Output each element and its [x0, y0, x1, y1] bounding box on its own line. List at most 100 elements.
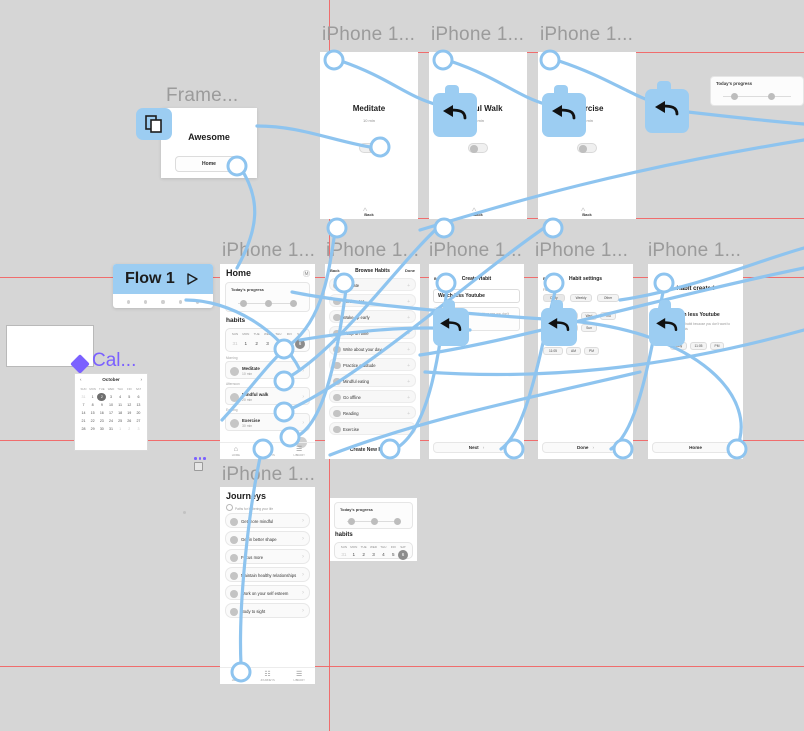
day-number[interactable]: 31	[230, 339, 240, 349]
calendar-day[interactable]: 1	[88, 393, 97, 401]
day-option-thu[interactable]: Thu	[600, 312, 616, 320]
time-am-button[interactable]: AM	[566, 347, 581, 355]
calendar-day[interactable]: 15	[88, 409, 97, 417]
list-item[interactable]: Work on your self esteem ›	[225, 585, 310, 600]
calendar-day[interactable]: 2	[125, 425, 134, 433]
list-item[interactable]: Get more mindful ›	[225, 513, 310, 528]
day-option-sun[interactable]: Sun	[581, 324, 597, 332]
back-hotspot-right[interactable]	[645, 81, 689, 133]
tab-library[interactable]: ☰ LIBRARY	[283, 443, 315, 459]
tab-journeys[interactable]: ☷ JOURNEYS	[252, 668, 284, 684]
detail-toggle[interactable]	[468, 143, 488, 153]
calendar-day[interactable]: 29	[88, 425, 97, 433]
component-calendar[interactable]: ‹ October › SUN MON TUE WED THU FRI SAT …	[74, 373, 148, 451]
calendar-week[interactable]: 14 15 16 17 18 19 20	[75, 409, 147, 417]
calendar-day[interactable]: 5	[125, 393, 134, 401]
calendar-week[interactable]: 21 22 23 24 25 26 27	[75, 417, 147, 425]
calendar-day[interactable]: 3	[106, 393, 115, 401]
chevron-right-icon[interactable]: ›	[140, 377, 142, 382]
calendar-day[interactable]: 24	[106, 417, 115, 425]
calendar-day[interactable]: 9	[97, 401, 106, 409]
screen-browse-habits[interactable]: Back Browse Habits Done Meditate + Drink …	[325, 264, 420, 459]
flow-starting-point[interactable]: Flow 1	[113, 264, 213, 308]
home-habit-row[interactable]: Exercise 30 min ›	[225, 413, 310, 431]
detail-toggle[interactable]	[577, 143, 597, 153]
list-item[interactable]: Exercise +	[329, 422, 416, 435]
screen-habit-created[interactable]: Habit created Watch less Youtube You cho…	[648, 264, 743, 459]
mini-week-strip[interactable]: SUN MON TUE WED THU FRI SAT 31 1 2 3 4 5…	[334, 542, 413, 560]
weekday-numbers[interactable]: 31 1 2 3 4 5 6	[335, 550, 412, 560]
screen-habit-detail-meditate[interactable]: Meditate 10 min ^ Back	[320, 52, 418, 219]
calendar-day[interactable]: 7	[79, 401, 88, 409]
day-number[interactable]: 4	[378, 550, 388, 560]
list-item[interactable]: Write about your day +	[329, 342, 416, 355]
home-week-strip[interactable]: SUN MON TUE WED THU FRI SAT 31 1 2 3 4 5…	[225, 328, 310, 352]
calendar-week[interactable]: 7 8 9 10 11 12 13	[75, 401, 147, 409]
day-number[interactable]: 1	[241, 339, 251, 349]
calendar-day[interactable]: 10	[106, 401, 115, 409]
tab-home[interactable]: ⌂ HOME	[220, 668, 252, 684]
list-item[interactable]: Go offline +	[329, 390, 416, 403]
calendar-day[interactable]: 8	[88, 401, 97, 409]
day-number[interactable]: 2	[359, 550, 369, 560]
calendar-week[interactable]: 28 29 30 31 1 2 3	[75, 425, 147, 433]
calendar-day[interactable]: 22	[88, 417, 97, 425]
home-habit-row[interactable]: Meditate 10 min ›	[225, 361, 310, 379]
detail-back-label[interactable]: Back	[538, 212, 636, 217]
chevron-left-icon[interactable]: ‹	[80, 377, 82, 382]
calendar-day[interactable]: 31	[106, 425, 115, 433]
plus-icon[interactable]: +	[407, 347, 410, 353]
day-number[interactable]: 31	[339, 550, 349, 560]
component-instance-badge[interactable]	[136, 108, 172, 140]
day-number[interactable]: 3	[369, 550, 379, 560]
back-hotspot-habit-settings[interactable]	[541, 300, 577, 346]
list-item[interactable]: Practice gratitude +	[329, 358, 416, 371]
calendar-day[interactable]: 4	[116, 393, 125, 401]
detail-toggle[interactable]	[359, 143, 379, 153]
awesome-home-button[interactable]: Home	[175, 156, 243, 172]
day-number[interactable]: 5	[388, 550, 398, 560]
calendar-day[interactable]: 19	[125, 409, 134, 417]
calendar-day[interactable]: 13	[134, 401, 143, 409]
home-habit-row[interactable]: Mindful walk 20 min ›	[225, 387, 310, 405]
calendar-day[interactable]: 30	[97, 425, 106, 433]
day-number[interactable]: 1	[349, 550, 359, 560]
list-item[interactable]: Meditate +	[329, 278, 416, 291]
calendar-day[interactable]: 17	[106, 409, 115, 417]
calendar-day[interactable]: 16	[97, 409, 106, 417]
plus-icon[interactable]: +	[407, 315, 410, 321]
list-item[interactable]: Body to sight ›	[225, 603, 310, 618]
day-number[interactable]: 5	[284, 339, 294, 349]
back-hotspot-habit-created[interactable]	[649, 300, 685, 346]
plus-icon[interactable]: +	[407, 283, 410, 289]
calendar-day[interactable]: 18	[116, 409, 125, 417]
tab-bar[interactable]: ⌂ HOME ☷ JOURNEYS ☰ LIBRARY	[220, 442, 315, 459]
calendar-day[interactable]: 6	[134, 393, 143, 401]
calendar-day[interactable]: 31	[79, 393, 88, 401]
detail-back-label[interactable]: Back	[320, 212, 418, 217]
tab-journeys[interactable]: ☷ JOURNEYS	[252, 443, 284, 459]
day-number[interactable]: 2	[252, 339, 262, 349]
list-item[interactable]: Sleep on time +	[329, 326, 416, 339]
plus-icon[interactable]: +	[407, 299, 410, 305]
back-hotspot-mindful-walk[interactable]	[433, 85, 477, 137]
tab-home[interactable]: ⌂ HOME	[220, 443, 252, 459]
weekday-numbers[interactable]: 31 1 2 3 4 5 6	[226, 339, 309, 349]
screen-create-habit[interactable]: Back Create Habit Watch less Youtube Cho…	[429, 264, 524, 459]
calendar-day[interactable]: 27	[134, 417, 143, 425]
list-item[interactable]: Reading +	[329, 406, 416, 419]
day-option-wed[interactable]: Wed	[581, 312, 597, 320]
plus-icon[interactable]: +	[407, 395, 410, 401]
screen-journeys[interactable]: Journeys Paths for bettering your life G…	[220, 487, 315, 684]
frequency-option-weekly[interactable]: Weekly	[570, 294, 592, 302]
calendar-day[interactable]: 1	[116, 425, 125, 433]
frame-awesome[interactable]: Awesome Home	[161, 108, 257, 178]
frequency-option-other[interactable]: Other	[597, 294, 619, 302]
calendar-day[interactable]: 26	[125, 417, 134, 425]
calendar-day[interactable]: 23	[97, 417, 106, 425]
plus-icon[interactable]: +	[407, 379, 410, 385]
done-button[interactable]: Done ›	[542, 442, 629, 453]
detail-back-label[interactable]: Back	[429, 212, 527, 217]
next-button[interactable]: Next ›	[433, 442, 520, 453]
list-item[interactable]: Get in better shape ›	[225, 531, 310, 546]
